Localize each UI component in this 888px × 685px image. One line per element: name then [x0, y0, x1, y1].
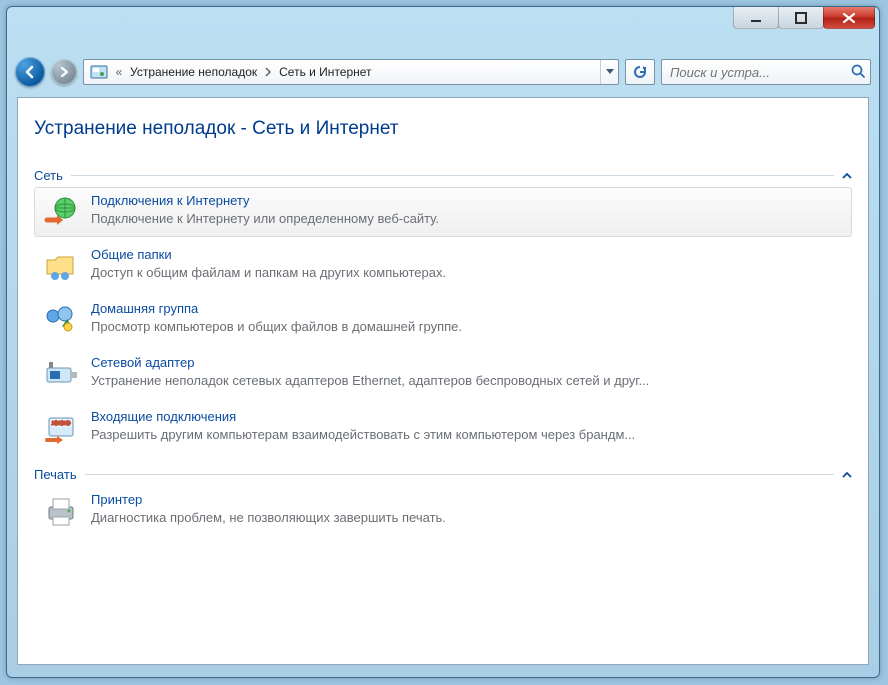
breadcrumb-seg-2[interactable]: Сеть и Интернет	[273, 60, 377, 84]
section-header-print[interactable]: Печать	[34, 467, 852, 482]
back-button[interactable]	[15, 57, 45, 87]
item-desc: Разрешить другим компьютерам взаимодейст…	[91, 426, 845, 443]
item-desc: Просмотр компьютеров и общих файлов в до…	[91, 318, 845, 335]
nav-row: « Устранение неполадок Сеть и Интернет	[15, 55, 871, 89]
item-desc: Доступ к общим файлам и папкам на других…	[91, 264, 845, 281]
section-divider	[71, 175, 834, 176]
forward-button[interactable]	[51, 59, 77, 85]
page-body: Устранение неполадок - Сеть и Интернет С…	[18, 98, 868, 552]
breadcrumb-seg-1[interactable]: Устранение неполадок	[124, 60, 263, 84]
search-input[interactable]	[668, 64, 850, 81]
refresh-button[interactable]	[625, 59, 655, 85]
shared-folder-icon	[41, 246, 81, 286]
content-pane: Устранение неполадок - Сеть и Интернет С…	[17, 97, 869, 665]
maximize-button[interactable]	[778, 7, 824, 29]
item-title: Принтер	[91, 491, 845, 509]
item-title: Общие папки	[91, 246, 845, 264]
collapse-icon[interactable]	[842, 168, 852, 183]
page-title: Устранение неполадок - Сеть и Интернет	[34, 118, 852, 140]
explorer-window: « Устранение неполадок Сеть и Интернет	[6, 6, 880, 678]
item-desc: Подключение к Интернету или определенном…	[91, 210, 845, 227]
close-button[interactable]	[823, 7, 875, 29]
item-desc: Устранение неполадок сетевых адаптеров E…	[91, 372, 845, 389]
homegroup-icon	[41, 300, 81, 340]
printer-icon	[41, 491, 81, 531]
search-icon[interactable]	[850, 63, 866, 82]
address-bar[interactable]: « Устранение неполадок Сеть и Интернет	[83, 59, 619, 85]
globe-arrow-icon	[41, 192, 81, 232]
collapse-icon[interactable]	[842, 467, 852, 482]
network-adapter-icon	[41, 354, 81, 394]
item-title: Домашняя группа	[91, 300, 845, 318]
troubleshooter-printer[interactable]: Принтер Диагностика проблем, не позволяю…	[34, 486, 852, 536]
minimize-button[interactable]	[733, 7, 779, 29]
item-desc: Диагностика проблем, не позволяющих заве…	[91, 509, 845, 526]
item-title: Подключения к Интернету	[91, 192, 845, 210]
search-box[interactable]	[661, 59, 871, 85]
breadcrumb-arrow-icon[interactable]	[263, 67, 273, 77]
section-label: Сеть	[34, 168, 63, 183]
item-title: Сетевой адаптер	[91, 354, 845, 372]
troubleshooter-internet-connections[interactable]: Подключения к Интернету Подключение к Ин…	[34, 187, 852, 237]
troubleshooter-shared-folders[interactable]: Общие папки Доступ к общим файлам и папк…	[34, 241, 852, 291]
window-caption-buttons	[734, 7, 875, 29]
address-dropdown[interactable]	[600, 60, 618, 84]
section-header-network[interactable]: Сеть	[34, 168, 852, 183]
section-label: Печать	[34, 467, 77, 482]
breadcrumb-prev-icon[interactable]: «	[114, 65, 124, 79]
troubleshooter-homegroup[interactable]: Домашняя группа Просмотр компьютеров и о…	[34, 295, 852, 345]
troubleshooter-incoming-connections[interactable]: Входящие подключения Разрешить другим ко…	[34, 403, 852, 453]
item-title: Входящие подключения	[91, 408, 845, 426]
firewall-incoming-icon	[41, 408, 81, 448]
control-panel-icon	[88, 61, 110, 83]
section-divider	[85, 474, 834, 475]
troubleshooter-network-adapter[interactable]: Сетевой адаптер Устранение неполадок сет…	[34, 349, 852, 399]
